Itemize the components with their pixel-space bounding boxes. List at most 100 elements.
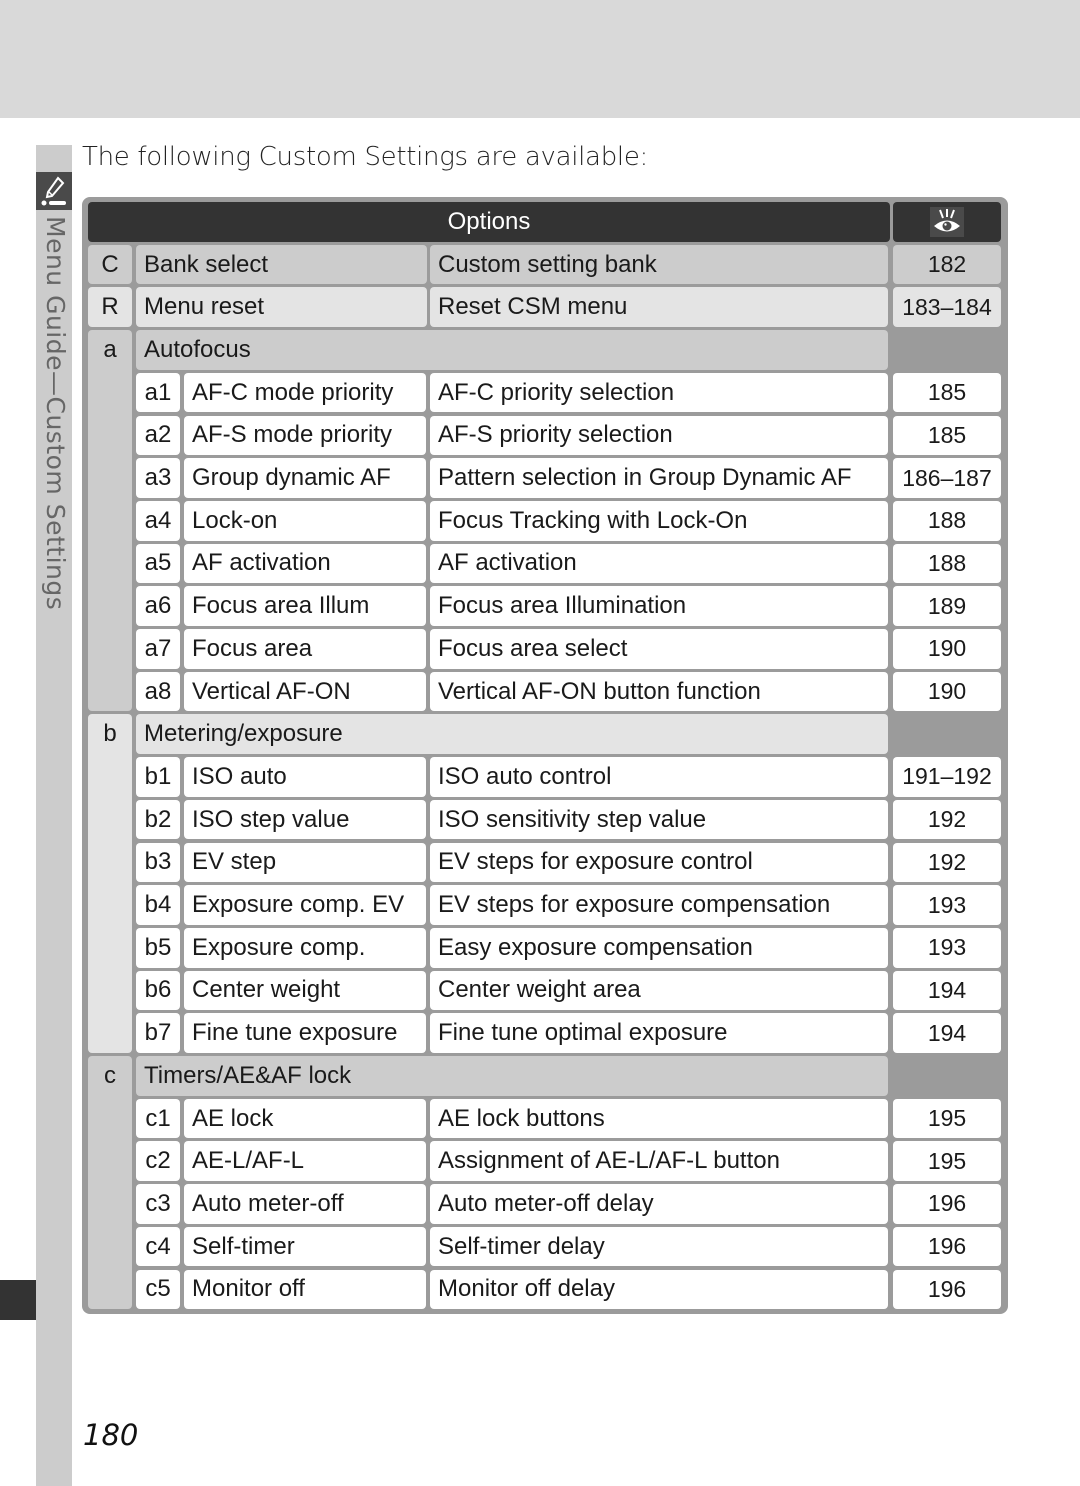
setting-description: Reset CSM menu [430, 287, 888, 328]
setting-code: a6 [136, 586, 180, 626]
setting-description: AF-C priority selection [430, 372, 888, 413]
setting-description: Auto meter-off delay [430, 1184, 888, 1224]
setting-description: EV steps for exposure compensation [430, 885, 888, 925]
page-reference[interactable]: 182 [893, 244, 1001, 285]
setting-code: b6 [136, 970, 180, 1011]
setting-code: a7 [136, 629, 180, 669]
setting-description: Vertical AF-ON button function [430, 671, 888, 712]
setting-description: ISO auto control [430, 757, 888, 797]
setting-description: Assignment of AE-L/AF-L button [430, 1141, 888, 1182]
group-title: Timers/AE&AF lock [136, 1056, 888, 1096]
group-code-label: b [103, 720, 117, 748]
thumb-index-marker [0, 1280, 36, 1320]
group-title: Metering/exposure [136, 714, 888, 755]
setting-code: a4 [136, 500, 180, 541]
setting-name[interactable]: Exposure comp. [184, 927, 426, 968]
setting-description: EV steps for exposure control [430, 842, 888, 883]
setting-name[interactable]: ISO step value [184, 799, 426, 840]
setting-name[interactable]: AF activation [184, 543, 426, 584]
group-code: a [88, 330, 132, 712]
setting-name[interactable]: Fine tune exposure [184, 1013, 426, 1053]
page-reference[interactable]: 192 [893, 842, 1001, 883]
setting-description: Custom setting bank [430, 244, 888, 285]
setting-description: Pattern selection in Group Dynamic AF [430, 458, 888, 498]
page-reference[interactable]: 183–184 [893, 287, 1001, 328]
setting-description: Monitor off delay [430, 1269, 888, 1310]
setting-code: b4 [136, 885, 180, 925]
setting-name[interactable]: Focus area Illum [184, 586, 426, 626]
page-reference[interactable]: 190 [893, 629, 1001, 669]
page-reference[interactable]: 194 [893, 970, 1001, 1011]
pencil-icon [36, 172, 72, 210]
setting-name[interactable]: ISO auto [184, 757, 426, 797]
page-number: 180 [83, 1418, 139, 1452]
page-reference[interactable]: 194 [893, 1013, 1001, 1053]
page-reference[interactable]: 190 [893, 671, 1001, 712]
setting-description: Focus Tracking with Lock-On [430, 500, 888, 541]
page-reference[interactable]: 193 [893, 927, 1001, 968]
group-code: c [88, 1056, 132, 1310]
setting-code: c4 [136, 1226, 180, 1267]
setting-code: a1 [136, 372, 180, 413]
setting-description: AF-S priority selection [430, 415, 888, 456]
setting-code: c2 [136, 1141, 180, 1182]
page-reference[interactable]: 195 [893, 1098, 1001, 1139]
setting-name[interactable]: Menu reset [136, 287, 427, 328]
options-header: Options [88, 202, 890, 242]
setting-name[interactable]: Vertical AF-ON [184, 671, 426, 712]
setting-code: b5 [136, 927, 180, 968]
setting-name[interactable]: AF-S mode priority [184, 415, 426, 456]
intro-text: The following Custom Settings are availa… [82, 142, 648, 172]
page-reference[interactable]: 196 [893, 1226, 1001, 1267]
page-reference[interactable]: 192 [893, 799, 1001, 840]
group-code-label: a [103, 336, 117, 364]
setting-name[interactable]: Lock-on [184, 500, 426, 541]
setting-code: b1 [136, 757, 180, 797]
page-reference[interactable]: 188 [893, 543, 1001, 584]
setting-name[interactable]: AF-C mode priority [184, 372, 426, 413]
setting-name[interactable]: Focus area [184, 629, 426, 669]
setting-code: a2 [136, 415, 180, 456]
setting-code: b3 [136, 842, 180, 883]
setting-name[interactable]: Monitor off [184, 1269, 426, 1310]
setting-description: AE lock buttons [430, 1098, 888, 1139]
page-reference[interactable]: 191–192 [893, 757, 1001, 797]
side-tab-title: Menu Guide—Custom Settings [41, 216, 70, 611]
setting-description: ISO sensitivity step value [430, 799, 888, 840]
setting-name[interactable]: Group dynamic AF [184, 458, 426, 498]
page-top-band [0, 0, 1080, 118]
setting-name[interactable]: AE lock [184, 1098, 426, 1139]
row-code: R [88, 287, 132, 328]
setting-description: Easy exposure compensation [430, 927, 888, 968]
setting-code: c1 [136, 1098, 180, 1139]
page-reference[interactable]: 196 [893, 1184, 1001, 1224]
setting-description: Self-timer delay [430, 1226, 888, 1267]
setting-name[interactable]: Bank select [136, 244, 427, 285]
setting-code: a3 [136, 458, 180, 498]
setting-description: Fine tune optimal exposure [430, 1013, 888, 1053]
page-reference[interactable]: 189 [893, 586, 1001, 626]
setting-code: c3 [136, 1184, 180, 1224]
setting-code: a8 [136, 671, 180, 712]
page-reference[interactable]: 185 [893, 372, 1001, 413]
page-reference[interactable]: 188 [893, 500, 1001, 541]
setting-code: a5 [136, 543, 180, 584]
setting-description: Focus area Illumination [430, 586, 888, 626]
row-code: C [88, 244, 132, 285]
page-reference[interactable]: 186–187 [893, 458, 1001, 498]
setting-code: b7 [136, 1013, 180, 1053]
setting-description: AF activation [430, 543, 888, 584]
page-reference[interactable]: 196 [893, 1269, 1001, 1310]
setting-description: Center weight area [430, 970, 888, 1011]
page-reference[interactable]: 195 [893, 1141, 1001, 1182]
group-title: Autofocus [136, 330, 888, 370]
setting-name[interactable]: AE-L/AF-L [184, 1141, 426, 1182]
setting-name[interactable]: Auto meter-off [184, 1184, 426, 1224]
page-reference[interactable]: 193 [893, 885, 1001, 925]
setting-name[interactable]: EV step [184, 842, 426, 883]
setting-name[interactable]: Exposure comp. EV [184, 885, 426, 925]
setting-name[interactable]: Center weight [184, 970, 426, 1011]
setting-code: c5 [136, 1269, 180, 1310]
setting-name[interactable]: Self-timer [184, 1226, 426, 1267]
page-reference[interactable]: 185 [893, 415, 1001, 456]
